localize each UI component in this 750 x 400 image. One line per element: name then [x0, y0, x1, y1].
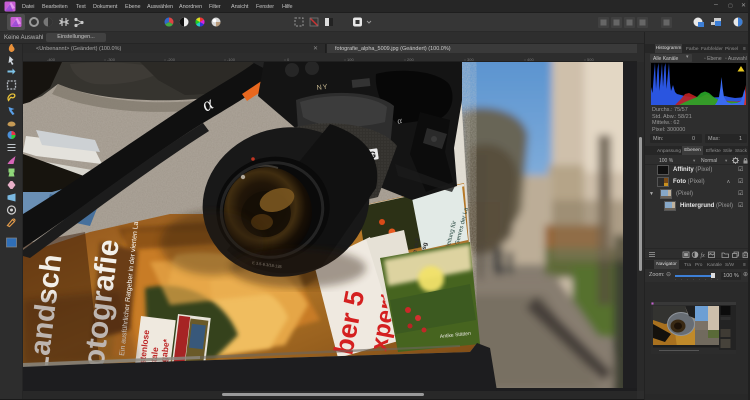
svg-text:fx: fx [701, 252, 706, 259]
svg-text:NY: NY [316, 84, 329, 92]
